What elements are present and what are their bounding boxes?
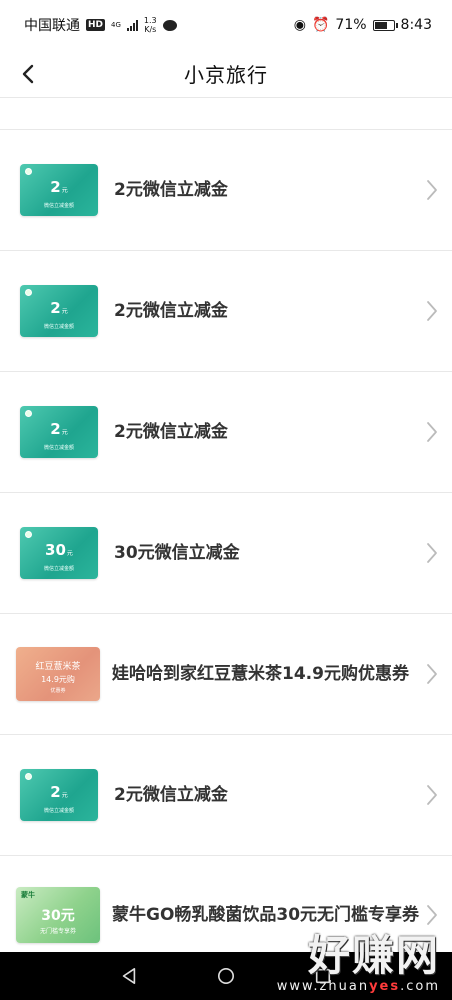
item-title: 娃哈哈到家红豆薏米茶14.9元购优惠券 — [112, 664, 409, 684]
coupon-amount: 2元 — [50, 300, 67, 320]
watermark-url-suffix: .com — [400, 979, 440, 994]
coupon-amount-value: 2 — [50, 420, 61, 438]
coupon-thumbnail: 2元 微信立减金额 — [20, 164, 98, 216]
item-title: 30元微信立减金 — [114, 543, 240, 563]
coupon-amount-unit: 元 — [66, 550, 73, 557]
screen: 中国联通 HD 4G 1.3 K/s ◉ ⏰ 71% 8:43 小京旅行 2元 … — [0, 0, 452, 1000]
coupon-thumbnail: 蒙牛 30元 无门槛专享券 — [16, 886, 100, 943]
coupon-thumbnail: 30元 微信立减金额 — [20, 527, 98, 579]
chevron-right-icon — [426, 904, 438, 926]
wechat-logo-icon — [25, 531, 32, 538]
coupon-amount-value: 30 — [45, 541, 66, 559]
watermark-url: www.zhuanyes.com — [277, 979, 440, 994]
coupon-amount-unit: 元 — [61, 308, 68, 315]
coupon-product: 红豆薏米茶 — [35, 661, 81, 672]
coupon-amount-value: 2 — [50, 299, 61, 317]
coupon-amount-value: 2 — [50, 783, 61, 801]
chevron-right-icon — [426, 179, 438, 201]
chevron-right-icon — [426, 542, 438, 564]
chevron-right-icon — [426, 784, 438, 806]
list-item[interactable]: 30元 微信立减金额 30元微信立减金 — [0, 493, 452, 614]
watermark-url-prefix: www.zhuan — [276, 979, 370, 994]
circle-home-icon — [217, 967, 234, 985]
coupon-sub: 无门槛专享券 — [39, 927, 76, 935]
coupon-amount: 2元 — [50, 784, 67, 804]
chevron-right-icon — [426, 300, 438, 322]
nav-home-button[interactable] — [216, 966, 236, 986]
list-item[interactable]: 红豆薏米茶 14.9元购 优惠券 娃哈哈到家红豆薏米茶14.9元购优惠券 — [0, 614, 452, 735]
site-watermark: 好赚网 www.zhuanyes.com — [277, 931, 440, 995]
list-item[interactable]: 2元 微信立减金额 2元微信立减金 — [0, 251, 452, 372]
network-speed: 1.3 K/s — [144, 16, 157, 34]
eye-icon: ◉ — [293, 17, 306, 33]
chevron-right-icon — [426, 663, 438, 685]
coupon-amount: 2元 — [50, 179, 67, 199]
battery-icon — [372, 19, 398, 31]
coupon-amount-unit: 元 — [61, 187, 68, 194]
wechat-logo-icon — [25, 773, 32, 780]
list-item[interactable]: 2元 微信立减金额 2元微信立减金 — [0, 130, 452, 251]
network-label: 4G — [111, 20, 121, 29]
list-item[interactable]: 2元 微信立减金额 2元微信立减金 — [0, 735, 452, 856]
coupon-sub: 微信立减金额 — [43, 324, 74, 330]
hd-badge: HD — [86, 19, 106, 31]
coupon-amount-unit: 元 — [61, 429, 68, 436]
item-title: 2元微信立减金 — [114, 422, 228, 442]
coupon-amount: 2元 — [50, 421, 67, 441]
coupon-thumbnail: 2元 微信立减金额 — [20, 406, 98, 458]
wechat-logo-icon — [25, 410, 32, 417]
coupon-sub: 微信立减金额 — [43, 566, 74, 572]
nav-back-button[interactable] — [119, 966, 139, 986]
wechat-logo-icon — [25, 289, 32, 296]
watermark-url-highlight: yes — [369, 979, 401, 994]
wechat-logo-icon — [25, 168, 32, 175]
coupon-thumbnail: 2元 微信立减金额 — [20, 285, 98, 337]
coupon-amount-value: 2 — [50, 178, 61, 196]
speed-value: 1.3 — [143, 16, 157, 25]
watermark-title: 好赚网 — [307, 931, 440, 980]
coupon-sub: 微信立减金额 — [43, 445, 74, 451]
coupon-thumbnail: 2元 微信立减金额 — [20, 769, 98, 821]
item-title: 2元微信立减金 — [114, 785, 228, 805]
nav-header: 小京旅行 — [0, 50, 452, 98]
triangle-back-icon — [122, 967, 135, 985]
coupon-sub: 微信立减金额 — [43, 203, 74, 209]
coupon-amount-unit: 元 — [61, 792, 68, 799]
item-title: 2元微信立减金 — [114, 180, 228, 200]
network-type: 4G — [111, 20, 121, 29]
coupon-amount: 30元 — [45, 542, 73, 562]
back-button[interactable] — [10, 56, 46, 92]
chevron-left-icon — [22, 64, 34, 84]
status-right: ◉ ⏰ 71% 8:43 — [294, 17, 432, 33]
mengniu-logo: 蒙牛 — [21, 890, 35, 899]
chevron-right-icon — [426, 421, 438, 443]
item-title: 2元微信立减金 — [114, 301, 228, 321]
page-title: 小京旅行 — [184, 63, 268, 87]
status-left: 中国联通 HD 4G 1.3 K/s — [24, 15, 177, 35]
coupon-sub: 微信立减金额 — [43, 808, 74, 814]
chat-notification-icon — [162, 19, 177, 31]
signal-icon — [126, 19, 138, 31]
list-item[interactable]: 2元 微信立减金额 2元微信立减金 — [0, 372, 452, 493]
coupon-thumbnail: 红豆薏米茶 14.9元购 优惠券 — [16, 647, 100, 701]
speed-unit: K/s — [144, 25, 157, 34]
coupon-amount: 30元 — [41, 907, 75, 924]
coupon-list: 2元 微信立减金额 2元微信立减金 2元 微信立减金额 2元微信立减金 2元 微… — [0, 98, 452, 974]
item-title: 蒙牛GO畅乳酸菌饮品30元无门槛专享券 — [112, 904, 420, 925]
list-top-spacer — [0, 98, 452, 130]
status-bar: 中国联通 HD 4G 1.3 K/s ◉ ⏰ 71% 8:43 — [0, 0, 452, 50]
clock: 8:43 — [400, 17, 432, 33]
coupon-price: 14.9元购 — [41, 674, 75, 684]
coupon-tag: 优惠券 — [50, 687, 66, 694]
alarm-icon: ⏰ — [311, 17, 330, 33]
battery-percent: 71% — [335, 17, 367, 33]
carrier-label: 中国联通 — [24, 18, 80, 34]
